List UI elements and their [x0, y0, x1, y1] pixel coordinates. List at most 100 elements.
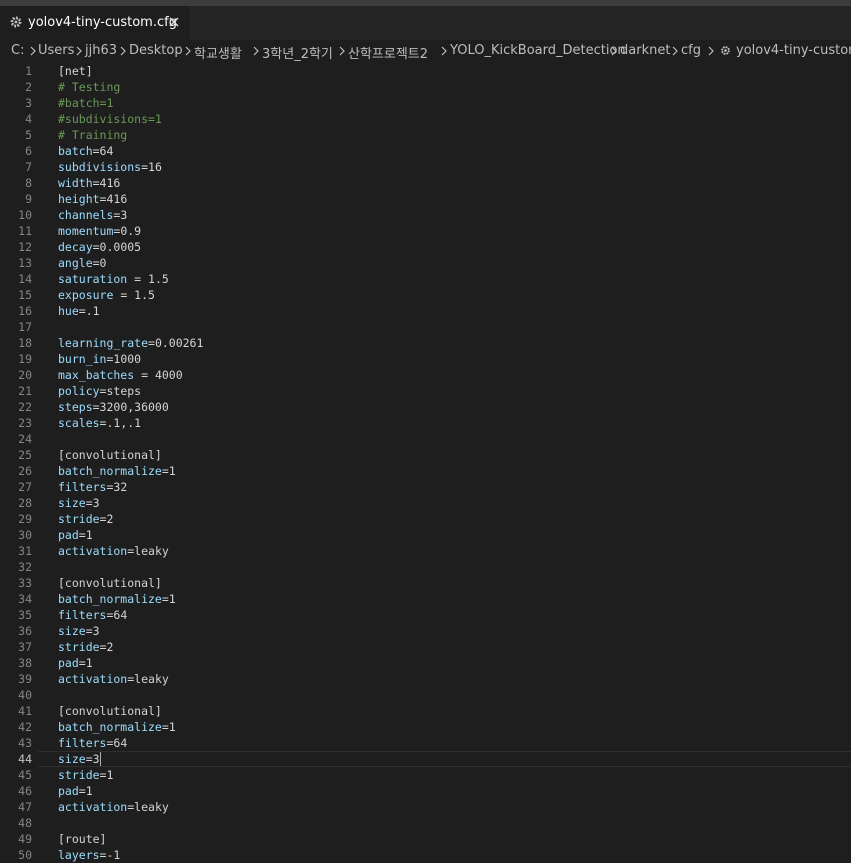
chevron-right-icon [76, 46, 82, 56]
code-line[interactable]: 18 learning_rate=0.00261 [0, 335, 851, 351]
code-line[interactable]: 47 activation=leaky [0, 799, 851, 815]
code-line[interactable]: 39 activation=leaky [0, 671, 851, 687]
line-number: 14 [18, 272, 32, 286]
code-line[interactable]: 29 stride=2 [0, 511, 851, 527]
code-line[interactable]: 4 #subdivisions=1 [0, 111, 851, 127]
code-editor[interactable]: 1 [net] 2 # Testing 3 #batch=1 4 #subdivisions=… [0, 62, 851, 863]
code-line[interactable]: 40 [0, 687, 851, 703]
code-line[interactable]: 6 batch=64 [0, 143, 851, 159]
breadcrumb-item[interactable]: Desktop [129, 43, 183, 58]
config-value: =3 [85, 496, 100, 510]
code-line[interactable]: 41 [convolutional] [0, 703, 851, 719]
code-line[interactable]: 32 [0, 559, 851, 575]
chevron-right-icon [441, 46, 447, 56]
config-value: =0.00261 [148, 336, 204, 350]
code-line[interactable]: 11 momentum=0.9 [0, 223, 851, 239]
config-value: =1000 [106, 352, 142, 366]
code-line[interactable]: 13 angle=0 [0, 255, 851, 271]
code-line[interactable]: 38 pad=1 [0, 655, 851, 671]
line-number: 12 [18, 240, 32, 254]
code-line[interactable]: 17 [0, 319, 851, 335]
code-line[interactable]: 7 subdivisions=16 [0, 159, 851, 175]
code-text: [convolutional] [58, 447, 162, 463]
line-number: 47 [18, 800, 32, 814]
code-line[interactable]: 36 size=3 [0, 623, 851, 639]
code-line[interactable]: 35 filters=64 [0, 607, 851, 623]
code-line[interactable]: 12 decay=0.0005 [0, 239, 851, 255]
config-value: =3 [113, 208, 128, 222]
code-text: activation=leaky [58, 799, 169, 815]
code-text: # Training [58, 127, 127, 143]
code-line[interactable]: 9 height=416 [0, 191, 851, 207]
breadcrumb-item[interactable]: 학교생활 [194, 43, 242, 62]
code-line[interactable]: 25 [convolutional] [0, 447, 851, 463]
line-number: 42 [18, 720, 32, 734]
config-value: =1 [78, 656, 93, 670]
breadcrumb-item[interactable]: 3학년_2학기 [262, 43, 333, 62]
code-line[interactable]: 43 filters=64 [0, 735, 851, 751]
config-key: stride [58, 512, 100, 526]
code-line[interactable]: 15 exposure = 1.5 [0, 287, 851, 303]
code-line[interactable]: 1 [net] [0, 63, 851, 79]
breadcrumb-item[interactable]: YOLO_KickBoard_Detection [450, 43, 626, 58]
code-line[interactable]: 27 filters=32 [0, 479, 851, 495]
code-line[interactable]: 23 scales=.1,.1 [0, 415, 851, 431]
code-line[interactable]: 37 stride=2 [0, 639, 851, 655]
code-line[interactable]: 10 channels=3 [0, 207, 851, 223]
config-value: =2 [99, 512, 114, 526]
code-line[interactable]: 30 pad=1 [0, 527, 851, 543]
close-icon[interactable] [166, 14, 182, 30]
code-line[interactable]: 5 # Training [0, 127, 851, 143]
code-line[interactable]: 2 # Testing [0, 79, 851, 95]
code-text: [net] [58, 63, 93, 79]
breadcrumb-item[interactable]: C: [11, 43, 24, 58]
code-line[interactable]: 49 [route] [0, 831, 851, 847]
code-line[interactable]: 28 size=3 [0, 495, 851, 511]
config-value: = 1.5 [127, 272, 169, 286]
config-value: =1 [99, 768, 114, 782]
code-line[interactable]: 21 policy=steps [0, 383, 851, 399]
breadcrumb-item[interactable]: 산학프로젝트2 [348, 43, 428, 62]
tab-editor-file[interactable]: yolov4-tiny-custom.cfg [0, 6, 190, 40]
code-line[interactable]: 31 activation=leaky [0, 543, 851, 559]
config-key: exposure [58, 288, 114, 302]
code-line[interactable]: 42 batch_normalize=1 [0, 719, 851, 735]
code-line[interactable]: 44 size=3 [0, 751, 851, 767]
line-number: 49 [18, 832, 32, 846]
breadcrumb-item[interactable]: yolov4-tiny-custom.cfg [736, 43, 851, 58]
code-line[interactable]: 20 max_batches = 4000 [0, 367, 851, 383]
config-value: =64 [92, 144, 114, 158]
code-text: stride=1 [58, 767, 113, 783]
breadcrumb-item[interactable]: jjh63 [85, 43, 117, 58]
code-line[interactable]: 14 saturation = 1.5 [0, 271, 851, 287]
code-line[interactable]: 34 batch_normalize=1 [0, 591, 851, 607]
config-value: =1 [161, 592, 176, 606]
line-number: 44 [18, 752, 32, 766]
code-line[interactable]: 24 [0, 431, 851, 447]
code-line[interactable]: 48 [0, 815, 851, 831]
code-text: learning_rate=0.00261 [58, 335, 203, 351]
config-value: = 4000 [134, 368, 183, 382]
code-line[interactable]: 45 stride=1 [0, 767, 851, 783]
breadcrumb-item[interactable]: cfg [681, 43, 701, 58]
code-text: scales=.1,.1 [58, 415, 141, 431]
code-line[interactable]: 19 burn_in=1000 [0, 351, 851, 367]
line-number: 37 [18, 640, 32, 654]
breadcrumb-item[interactable]: darknet [620, 43, 670, 58]
code-line[interactable]: 8 width=416 [0, 175, 851, 191]
code-text: batch_normalize=1 [58, 719, 176, 735]
code-line[interactable]: 50 layers=-1 [0, 847, 851, 863]
config-key: height [58, 192, 100, 206]
code-line[interactable]: 3 #batch=1 [0, 95, 851, 111]
line-number: 16 [18, 304, 32, 318]
code-line[interactable]: 33 [convolutional] [0, 575, 851, 591]
code-line[interactable]: 22 steps=3200,36000 [0, 399, 851, 415]
config-key: stride [58, 768, 100, 782]
line-number: 33 [18, 576, 32, 590]
code-line[interactable]: 26 batch_normalize=1 [0, 463, 851, 479]
code-text: filters=64 [58, 735, 127, 751]
code-line[interactable]: 46 pad=1 [0, 783, 851, 799]
chevron-right-icon [708, 46, 714, 56]
code-line[interactable]: 16 hue=.1 [0, 303, 851, 319]
breadcrumb-item[interactable]: Users [38, 43, 74, 58]
